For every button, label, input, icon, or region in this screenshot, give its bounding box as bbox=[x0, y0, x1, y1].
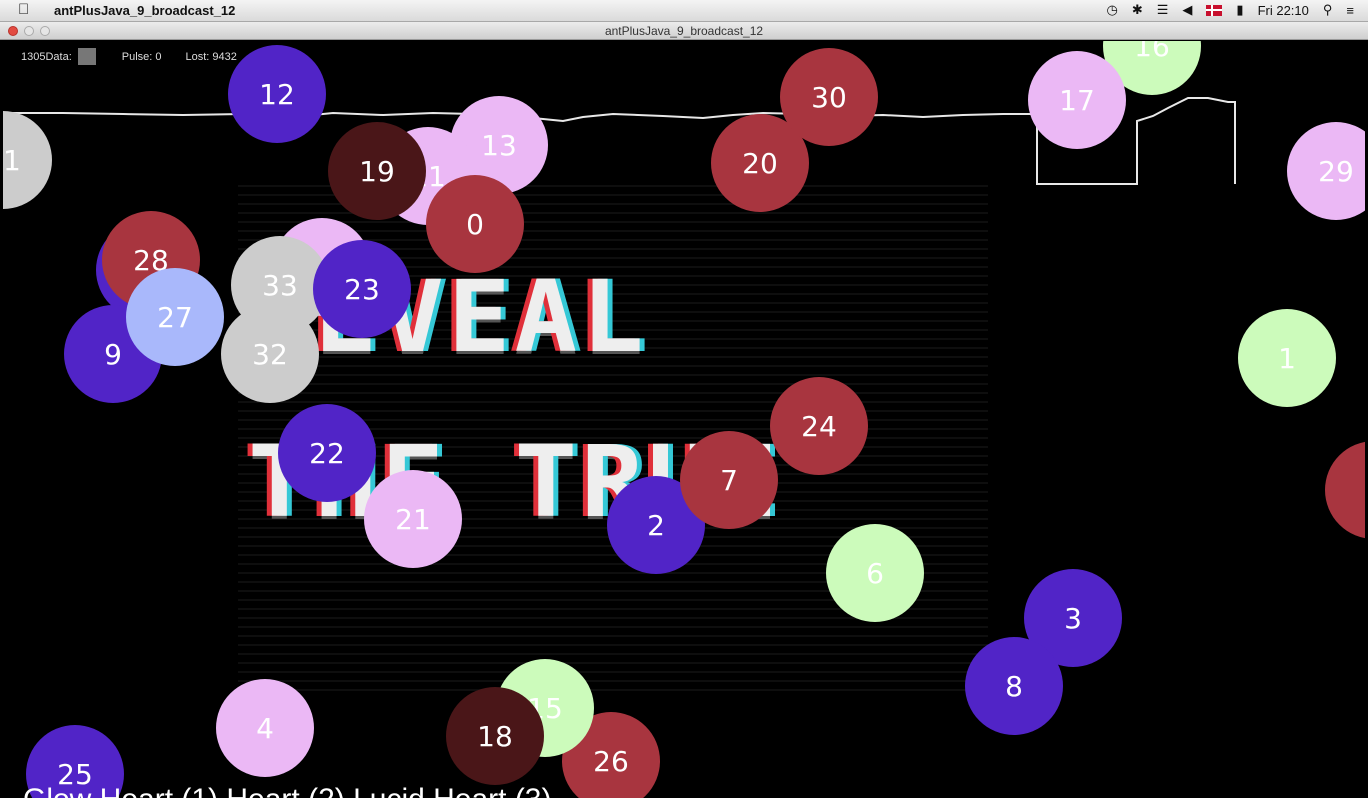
wifi-icon[interactable]: ☰ bbox=[1157, 2, 1169, 18]
ball-6: 6 bbox=[826, 524, 924, 622]
app-menu-name[interactable]: antPlusJava_9_broadcast_12 bbox=[54, 3, 235, 18]
apple-menu-icon[interactable]:  bbox=[18, 1, 29, 18]
window-titlebar[interactable]: antPlusJava_9_broadcast_12 bbox=[0, 22, 1368, 40]
ball-32: 32 bbox=[221, 305, 319, 403]
time-machine-icon[interactable]: ◷ bbox=[1107, 2, 1118, 18]
data-label: 1305Data: bbox=[21, 50, 72, 63]
ball-17: 17 bbox=[1028, 51, 1126, 149]
ball-21: 21 bbox=[364, 470, 462, 568]
clock[interactable]: Fri 22:10 bbox=[1258, 3, 1309, 18]
ball-0: 0 bbox=[426, 175, 524, 273]
ball-8: 8 bbox=[965, 637, 1063, 735]
bluetooth-icon[interactable]: ✱ bbox=[1132, 2, 1143, 18]
sketch-canvas[interactable]: REVEAL THE TRUE 1305Data: Pulse: 0 Lost:… bbox=[3, 41, 1365, 798]
ball-22: 22 bbox=[278, 404, 376, 502]
window-controls bbox=[8, 26, 50, 36]
battery-icon[interactable]: ▮ bbox=[1236, 2, 1243, 18]
notification-center-icon[interactable]: ≡ bbox=[1346, 3, 1354, 18]
menu-bar:  antPlusJava_9_broadcast_12 ◷ ✱ ☰ ◀ ▮ F… bbox=[0, 0, 1368, 22]
lost-label: Lost: 9432 bbox=[185, 50, 237, 63]
legend-text: Glow Heart (1) Heart (2) Lucid Heart (3) bbox=[23, 783, 552, 798]
data-swatch bbox=[77, 48, 96, 65]
ball-18: 18 bbox=[446, 687, 544, 785]
spotlight-search-icon[interactable]: ⚲ bbox=[1323, 2, 1333, 18]
pulse-waveform bbox=[3, 97, 1236, 185]
ball-1: 1 bbox=[1238, 309, 1336, 407]
minimize-button[interactable] bbox=[24, 26, 34, 36]
ball-30: 30 bbox=[780, 48, 878, 146]
ball-4: 4 bbox=[216, 679, 314, 777]
ball-7: 7 bbox=[680, 431, 778, 529]
ball-27: 27 bbox=[126, 268, 224, 366]
window-title: antPlusJava_9_broadcast_12 bbox=[604, 24, 764, 38]
ball-19: 19 bbox=[328, 122, 426, 220]
pulse-label: Pulse: 0 bbox=[121, 50, 162, 63]
status-area: ◷ ✱ ☰ ◀ ▮ Fri 22:10 ⚲ ≡ bbox=[1107, 2, 1355, 18]
close-button[interactable] bbox=[8, 26, 18, 36]
ball-12: 12 bbox=[228, 45, 326, 143]
hud: 1305Data: Pulse: 0 Lost: 9432 bbox=[21, 48, 255, 65]
zoom-button[interactable] bbox=[40, 26, 50, 36]
volume-icon[interactable]: ◀ bbox=[1182, 2, 1192, 18]
ball-23: 23 bbox=[313, 240, 411, 338]
ball-24: 24 bbox=[770, 377, 868, 475]
input-source-flag-icon[interactable] bbox=[1206, 4, 1223, 16]
